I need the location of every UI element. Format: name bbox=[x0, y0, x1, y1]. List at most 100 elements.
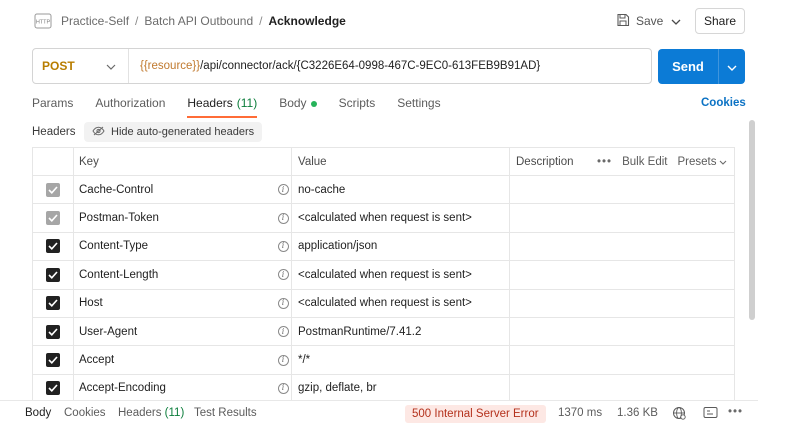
table-row[interactable]: Accept i */* bbox=[33, 346, 735, 375]
table-row[interactable]: User-Agent i PostmanRuntime/7.41.2 bbox=[33, 318, 735, 347]
response-tab-cookies[interactable]: Cookies bbox=[64, 407, 106, 419]
row-checkbox[interactable] bbox=[46, 239, 60, 254]
tab-headers[interactable]: Headers (11) bbox=[187, 92, 257, 118]
response-time[interactable]: 1370 ms bbox=[558, 407, 602, 419]
header-description[interactable] bbox=[516, 318, 735, 345]
globe-network-icon[interactable] bbox=[672, 406, 686, 423]
send-options-button[interactable] bbox=[719, 60, 745, 74]
postman-request-editor: HTTP Practice-Self / Batch API Outbound … bbox=[0, 0, 758, 437]
header-key[interactable]: Accept bbox=[79, 346, 287, 373]
header-value[interactable]: */* bbox=[298, 346, 508, 373]
vertical-scrollbar[interactable] bbox=[749, 120, 755, 320]
checkmark-icon bbox=[48, 214, 58, 223]
row-checkbox[interactable] bbox=[46, 353, 60, 368]
send-button[interactable]: Send bbox=[658, 59, 718, 74]
tab-body[interactable]: Body bbox=[279, 92, 317, 118]
header-description[interactable] bbox=[516, 176, 735, 203]
request-tabs: Params Authorization Headers (11) Body Sc… bbox=[32, 92, 463, 118]
breadcrumb-separator: / bbox=[259, 14, 263, 28]
info-icon[interactable]: i bbox=[275, 318, 291, 345]
more-options-icon[interactable]: ••• bbox=[597, 156, 612, 168]
response-tab-body[interactable]: Body bbox=[25, 407, 51, 419]
table-row[interactable]: Host i <calculated when request is sent> bbox=[33, 290, 734, 318]
row-checkbox-cell bbox=[33, 176, 73, 203]
header-value[interactable]: <calculated when request is sent> bbox=[298, 204, 508, 231]
status-badge[interactable]: 500 Internal Server Error bbox=[405, 405, 546, 423]
header-description[interactable] bbox=[516, 261, 735, 288]
header-key[interactable]: Postman-Token bbox=[79, 204, 287, 231]
table-row[interactable]: Content-Length i <calculated when request … bbox=[33, 261, 735, 290]
row-checkbox-cell bbox=[33, 290, 73, 317]
hide-auto-generated-headers-button[interactable]: Hide auto-generated headers bbox=[84, 122, 263, 142]
header-key[interactable]: Host bbox=[79, 290, 287, 317]
tab-count: (11) bbox=[164, 407, 185, 419]
url-variable: {{resource}} bbox=[140, 60, 201, 72]
table-row[interactable]: Accept-Encoding i gzip, deflate, br bbox=[33, 375, 735, 404]
header-description[interactable] bbox=[516, 204, 735, 231]
row-checkbox[interactable] bbox=[46, 182, 60, 197]
response-bar: Body Cookies Headers (11) Test Results 5… bbox=[0, 400, 758, 426]
more-options-icon[interactable]: ••• bbox=[728, 406, 743, 418]
response-tab-test-results[interactable]: Test Results bbox=[194, 407, 257, 419]
save-button[interactable]: Save bbox=[612, 9, 667, 33]
header-key[interactable]: Cache-Control bbox=[79, 176, 287, 203]
row-checkbox[interactable] bbox=[46, 381, 60, 396]
header-value[interactable]: <calculated when request is sent> bbox=[298, 261, 508, 288]
header-value[interactable]: gzip, deflate, br bbox=[298, 375, 508, 402]
response-tab-headers[interactable]: Headers (11) bbox=[118, 407, 184, 419]
tab-scripts[interactable]: Scripts bbox=[339, 92, 376, 118]
breadcrumb-collection[interactable]: Batch API Outbound bbox=[144, 14, 253, 28]
header-key[interactable]: Content-Length bbox=[79, 261, 287, 288]
header-value[interactable]: application/json bbox=[298, 233, 508, 260]
header-key[interactable]: Content-Type bbox=[79, 233, 287, 260]
tab-label: Scripts bbox=[338, 96, 376, 110]
request-header: HTTP Practice-Self / Batch API Outbound … bbox=[0, 0, 758, 42]
save-options-button[interactable] bbox=[668, 13, 684, 29]
tab-label: Settings bbox=[397, 96, 441, 110]
header-key[interactable]: User-Agent bbox=[79, 318, 287, 345]
info-icon[interactable]: i bbox=[275, 375, 291, 402]
info-icon[interactable]: i bbox=[275, 176, 291, 203]
table-row[interactable]: Content-Type i application/json bbox=[33, 233, 735, 262]
info-icon[interactable]: i bbox=[275, 346, 291, 373]
url-input[interactable]: {{resource}}/api/connector/ack/{C3226E64… bbox=[129, 60, 540, 72]
checkmark-icon bbox=[48, 384, 58, 393]
header-description[interactable] bbox=[516, 290, 735, 317]
info-icon[interactable]: i bbox=[275, 261, 291, 288]
row-checkbox[interactable] bbox=[46, 211, 60, 226]
checkmark-icon bbox=[48, 328, 58, 336]
tab-authorization[interactable]: Authorization bbox=[95, 92, 165, 118]
cookies-link[interactable]: Cookies bbox=[701, 97, 746, 109]
response-size[interactable]: 1.36 KB bbox=[617, 407, 658, 419]
row-checkbox-cell bbox=[33, 261, 73, 288]
save-label: Save bbox=[636, 14, 664, 28]
info-icon[interactable]: i bbox=[275, 204, 291, 231]
row-checkbox-cell bbox=[33, 204, 73, 231]
column-header-value: Value bbox=[298, 155, 327, 168]
table-row[interactable]: Postman-Token i <calculated when request i… bbox=[33, 204, 735, 233]
row-checkbox-cell bbox=[33, 375, 73, 402]
info-icon[interactable]: i bbox=[275, 290, 291, 317]
header-description[interactable] bbox=[516, 375, 735, 402]
header-description[interactable] bbox=[516, 346, 735, 373]
window-background bbox=[758, 0, 800, 437]
info-icon[interactable]: i bbox=[275, 233, 291, 260]
row-checkbox[interactable] bbox=[46, 324, 60, 339]
share-button[interactable]: Share bbox=[695, 8, 745, 34]
header-value[interactable]: <calculated when request is sent> bbox=[298, 290, 508, 317]
table-row[interactable]: Cache-Control i no-cache bbox=[33, 176, 735, 205]
method-select[interactable]: POST bbox=[33, 49, 129, 83]
header-description[interactable] bbox=[516, 233, 735, 260]
header-value[interactable]: PostmanRuntime/7.41.2 bbox=[298, 318, 508, 345]
header-key[interactable]: Accept-Encoding bbox=[79, 375, 287, 402]
row-checkbox[interactable] bbox=[46, 296, 60, 311]
row-checkbox[interactable] bbox=[46, 267, 60, 282]
tab-settings[interactable]: Settings bbox=[397, 92, 440, 118]
breadcrumb-workspace[interactable]: Practice-Self bbox=[61, 14, 129, 28]
presets-dropdown[interactable]: Presets bbox=[677, 156, 727, 168]
request-name[interactable]: Acknowledge bbox=[268, 14, 345, 28]
tab-params[interactable]: Params bbox=[32, 92, 73, 118]
header-value[interactable]: no-cache bbox=[298, 176, 508, 203]
save-example-icon[interactable] bbox=[703, 406, 718, 422]
bulk-edit-button[interactable]: Bulk Edit bbox=[622, 156, 667, 168]
